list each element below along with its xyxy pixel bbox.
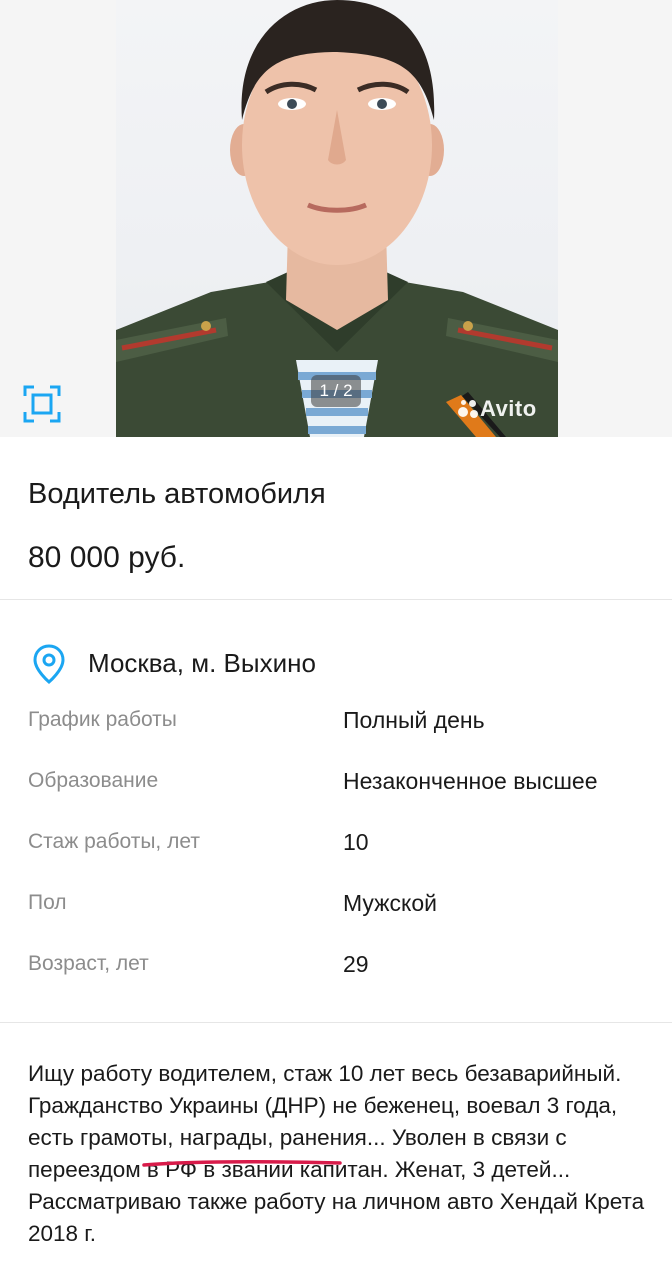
avito-watermark: Avito: [458, 396, 537, 422]
fullscreen-icon: [23, 385, 61, 423]
person-portrait-image: [116, 0, 558, 437]
listing-description: Ищу работу водителем, стаж 10 лет весь б…: [28, 1058, 658, 1250]
param-row-gender: Пол Мужской: [0, 885, 672, 925]
param-label: График работы: [28, 708, 177, 731]
listing-header: Водитель автомобиля 80 000 руб.: [0, 437, 672, 600]
location-text: Москва, м. Выхино: [88, 648, 316, 678]
fullscreen-button[interactable]: [22, 384, 62, 424]
param-label: Возраст, лет: [28, 952, 149, 975]
photo-gallery[interactable]: 1 / 2 Avito: [0, 0, 672, 437]
param-label: Образование: [28, 769, 159, 792]
avito-watermark-text: Avito: [480, 396, 537, 421]
param-label: Пол: [28, 891, 67, 914]
param-row-age: Возраст, лет 29: [0, 946, 672, 986]
param-value: Незаконченное высшее: [343, 768, 598, 794]
param-row-education: Образование Незаконченное высшее: [0, 763, 672, 803]
listing-photo[interactable]: [116, 0, 558, 437]
listing-title: Водитель автомобиля: [28, 478, 326, 510]
listing-location[interactable]: Москва, м. Выхино: [0, 600, 672, 690]
param-row-experience: Стаж работы, лет 10: [0, 824, 672, 864]
param-value: Мужской: [343, 890, 438, 916]
listing-price: 80 000 руб.: [28, 541, 186, 574]
param-row-schedule: График работы Полный день: [0, 702, 672, 742]
location-pin-icon: [33, 644, 65, 684]
param-label: Стаж работы, лет: [28, 830, 200, 853]
param-value: Полный день: [343, 707, 485, 733]
description-highlight: воевал 3 года,: [466, 1093, 618, 1118]
description-text-2: есть грамоты, награды, ранения... Уволен…: [28, 1125, 645, 1246]
param-value: 10: [343, 829, 369, 855]
photo-counter: 1 / 2: [311, 375, 361, 407]
section-divider: [0, 1022, 672, 1023]
param-value: 29: [343, 951, 369, 977]
highlight-underline: [142, 1159, 342, 1167]
params-list: График работы Полный день Образование Не…: [0, 690, 672, 1012]
avito-logo-icon: [458, 399, 480, 419]
